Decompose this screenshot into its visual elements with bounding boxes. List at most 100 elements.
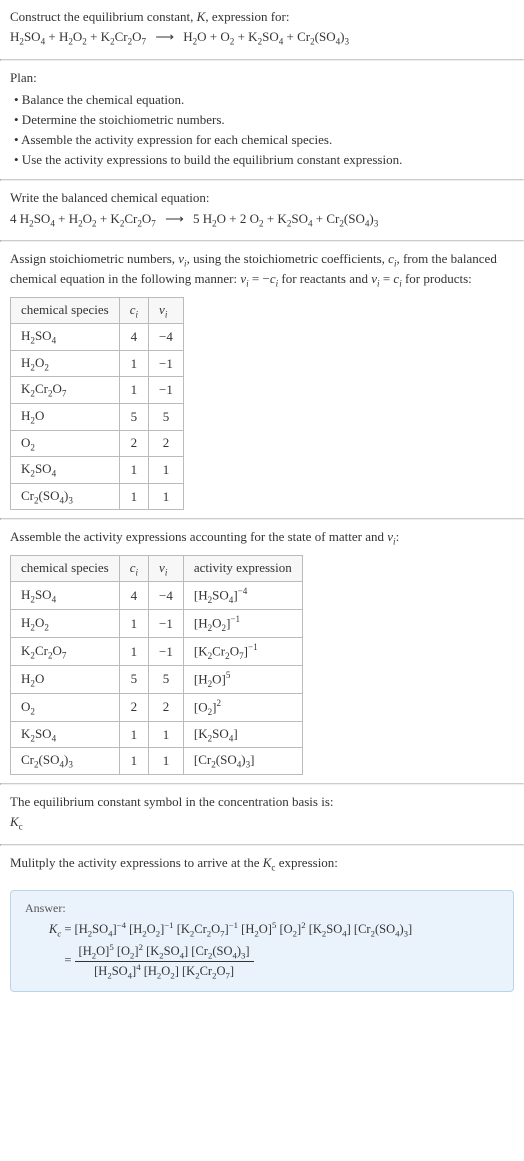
cell-ci: 4	[119, 582, 148, 610]
plan-b2: • Determine the stoichiometric numbers.	[10, 111, 514, 129]
th-vi: νi	[149, 297, 184, 324]
cell-species: Cr2(SO4)3	[11, 748, 120, 775]
cell-vi: 1	[149, 721, 184, 748]
cell-activity: [H2O2]−1	[183, 610, 302, 638]
kc-K: K	[10, 814, 19, 829]
stoich-t1: Assign stoichiometric numbers,	[10, 251, 178, 266]
cell-species: H2SO4	[11, 324, 120, 351]
table-header-row: chemical species ci νi activity expressi…	[11, 555, 303, 582]
cell-vi: −4	[149, 324, 184, 351]
stoich-rel1: = −	[249, 271, 270, 286]
cell-ci: 1	[119, 377, 148, 404]
cell-vi: 1	[149, 483, 184, 510]
cell-activity: [K2SO4]	[183, 721, 302, 748]
answer-line-1: Kc = [H2SO4]−4 [H2O2]−1 [K2Cr2O7]−1 [H2O…	[25, 920, 499, 939]
table-row: Cr2(SO4)311[Cr2(SO4)3]	[11, 748, 303, 775]
cell-vi: 5	[149, 665, 184, 693]
c-i-2: ci	[270, 271, 278, 286]
plan-block: Plan: • Balance the chemical equation. •…	[0, 61, 524, 180]
cell-species: K2SO4	[11, 721, 120, 748]
table-row: Cr2(SO4)311	[11, 483, 184, 510]
cell-ci: 2	[119, 430, 148, 457]
th-vi: νi	[149, 555, 184, 582]
th-activity: activity expression	[183, 555, 302, 582]
table-row: O222	[11, 430, 184, 457]
plan-b1: • Balance the chemical equation.	[10, 91, 514, 109]
plan-heading: Plan:	[10, 69, 514, 87]
th-species: chemical species	[11, 297, 120, 324]
stoich-rel3: =	[380, 271, 394, 286]
cell-vi: −1	[149, 350, 184, 377]
cell-ci: 1	[119, 610, 148, 638]
cell-activity: [H2O]5	[183, 665, 302, 693]
table-row: K2SO411[K2SO4]	[11, 721, 303, 748]
th-ci: ci	[119, 297, 148, 324]
cell-ci: 1	[119, 483, 148, 510]
stoich-block: Assign stoichiometric numbers, νi, using…	[0, 242, 524, 518]
activity-table: chemical species ci νi activity expressi…	[10, 555, 303, 775]
th-species: chemical species	[11, 555, 120, 582]
answer-fraction: [H2O]5 [O2]2 [K2SO4] [Cr2(SO4)3] [H2SO4]…	[75, 942, 254, 980]
multiply-t2: expression:	[275, 855, 337, 870]
table-row: H2O55[H2O]5	[11, 665, 303, 693]
cell-species: K2Cr2O7	[11, 377, 120, 404]
balanced-equation: 4 H2SO4 + H2O2 + K2Cr2O7 ⟶ 5 H2O + 2 O2 …	[10, 210, 514, 230]
multiply-text: Mulitply the activity expressions to arr…	[10, 854, 514, 874]
answer-box: Answer: Kc = [H2SO4]−4 [H2O2]−1 [K2Cr2O7…	[10, 890, 514, 992]
cell-vi: −1	[149, 638, 184, 666]
cell-ci: 4	[119, 324, 148, 351]
cell-ci: 5	[119, 403, 148, 430]
intro-text-2: , expression for:	[205, 9, 289, 24]
nu-i: νi	[178, 251, 186, 266]
kc-text: The equilibrium constant symbol in the c…	[10, 793, 514, 811]
cell-vi: −1	[149, 610, 184, 638]
intro-line1: Construct the equilibrium constant, K, e…	[10, 8, 514, 26]
table-row: H2O21−1	[11, 350, 184, 377]
stoich-t2: , using the stoichiometric coefficients,	[187, 251, 389, 266]
multiply-t1: Mulitply the activity expressions to arr…	[10, 855, 263, 870]
answer-Kc-1: Kc	[49, 922, 61, 936]
balanced-block: Write the balanced chemical equation: 4 …	[0, 181, 524, 240]
kc-block: The equilibrium constant symbol in the c…	[0, 785, 524, 844]
intro-text-1: Construct the equilibrium constant,	[10, 9, 197, 24]
cell-species: H2O2	[11, 350, 120, 377]
cell-vi: 1	[149, 457, 184, 484]
cell-species: H2O2	[11, 610, 120, 638]
stoich-rel2: for reactants and	[278, 271, 371, 286]
answer-label: Answer:	[25, 901, 499, 916]
stoich-rel4: for products:	[402, 271, 472, 286]
multiply-block: Mulitply the activity expressions to arr…	[0, 846, 524, 884]
kc-symbol: Kc	[10, 813, 514, 833]
cell-ci: 1	[119, 721, 148, 748]
cell-ci: 1	[119, 457, 148, 484]
cell-activity: [Cr2(SO4)3]	[183, 748, 302, 775]
plan-b3: • Assemble the activity expression for e…	[10, 131, 514, 149]
activity-block: Assemble the activity expressions accoun…	[0, 520, 524, 783]
cell-species: K2Cr2O7	[11, 638, 120, 666]
intro-block: Construct the equilibrium constant, K, e…	[0, 0, 524, 59]
cell-activity: [H2SO4]−4	[183, 582, 302, 610]
eq-sign-1: =	[61, 922, 74, 936]
table-row: O222[O2]2	[11, 693, 303, 721]
answer-line-2: Kc = [H2O]5 [O2]2 [K2SO4] [Cr2(SO4)3] [H…	[25, 942, 499, 980]
table-row: K2SO411	[11, 457, 184, 484]
answer-numerator: [H2O]5 [O2]2 [K2SO4] [Cr2(SO4)3]	[75, 942, 254, 962]
table-row: K2Cr2O71−1[K2Cr2O7]−1	[11, 638, 303, 666]
balanced-heading: Write the balanced chemical equation:	[10, 189, 514, 207]
cell-ci: 2	[119, 693, 148, 721]
th-ci: ci	[119, 555, 148, 582]
c-i-3: ci	[393, 271, 401, 286]
table-row: H2SO44−4	[11, 324, 184, 351]
cell-activity: [O2]2	[183, 693, 302, 721]
cell-species: H2O	[11, 665, 120, 693]
cell-vi: −4	[149, 582, 184, 610]
cell-ci: 5	[119, 665, 148, 693]
nu-i-3: νi	[371, 271, 379, 286]
table-row: H2O21−1[H2O2]−1	[11, 610, 303, 638]
cell-species: K2SO4	[11, 457, 120, 484]
eq-sign-2: =	[61, 954, 74, 968]
cell-ci: 1	[119, 350, 148, 377]
kc-sub: c	[19, 822, 23, 832]
table-header-row: chemical species ci νi	[11, 297, 184, 324]
stoich-table: chemical species ci νi H2SO44−4 H2O21−1 …	[10, 297, 184, 511]
